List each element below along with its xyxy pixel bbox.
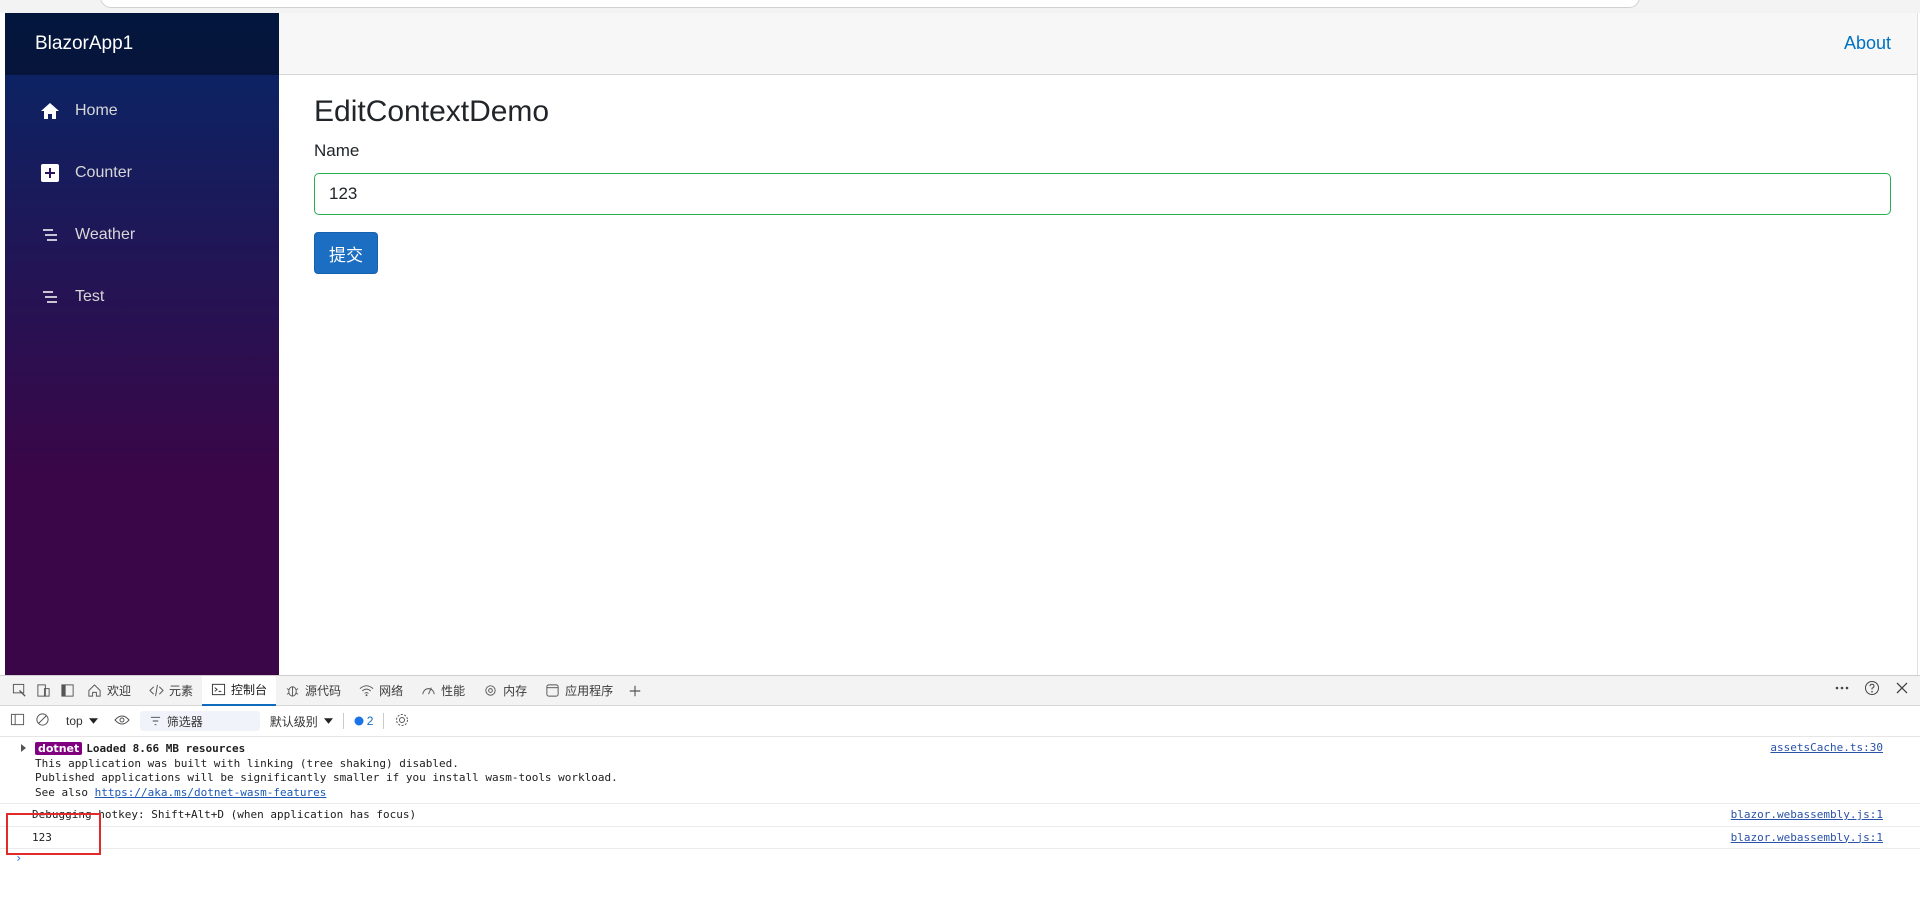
devtools-panel: 欢迎 元素 控制台 源代码 网络 性能 内存 应用程序 top 筛选器 默认级别… <box>0 675 1920 922</box>
top-row: About <box>279 13 1917 75</box>
tab-network[interactable]: 网络 <box>350 676 412 706</box>
source-link[interactable]: blazor.webassembly.js:1 <box>1731 831 1883 846</box>
issues-counter[interactable]: 2 <box>354 714 374 728</box>
tab-label: 性能 <box>441 684 466 698</box>
log-level-value: 默认级别 <box>269 714 318 729</box>
chevron-down-icon <box>323 718 333 724</box>
page-title: EditContextDemo <box>314 95 550 128</box>
docs-link[interactable]: https://aka.ms/dotnet-wasm-features <box>95 786 327 799</box>
message-text: See also <box>35 785 95 799</box>
bug-icon <box>286 686 299 697</box>
list-icon <box>39 286 61 308</box>
message-text: Loaded 8.66 MB resources <box>86 742 246 755</box>
highlight-annotation <box>6 813 101 855</box>
source-link[interactable]: blazor.webassembly.js:1 <box>1731 808 1883 823</box>
sidebar-item-test[interactable]: Test <box>19 271 265 323</box>
home-icon <box>88 684 101 697</box>
tab-label: 控制台 <box>231 683 268 697</box>
device-toggle-icon[interactable] <box>32 680 54 702</box>
blazor-app: BlazorApp1 Home Counter Weather Test Abo… <box>5 13 1918 675</box>
console-message: Debugging hotkey: Shift+Alt+D (when appl… <box>0 804 1920 827</box>
context-select[interactable]: top <box>60 714 104 728</box>
brand-title[interactable]: BlazorApp1 <box>35 33 133 55</box>
page-content: EditContextDemo Name 提交 <box>279 75 1917 274</box>
close-icon[interactable] <box>1894 680 1910 699</box>
filter-icon <box>150 716 160 726</box>
tab-label: 应用程序 <box>565 684 614 698</box>
home-icon <box>39 100 61 122</box>
tab-label: 内存 <box>503 684 528 698</box>
app-icon <box>546 684 559 697</box>
help-icon[interactable] <box>1864 680 1880 699</box>
list-icon <box>39 224 61 246</box>
console-output: dotnet Loaded 8.66 MB resources This appl… <box>0 737 1920 865</box>
console-icon <box>211 683 226 696</box>
submit-button[interactable]: 提交 <box>314 232 378 274</box>
name-label: Name <box>314 141 360 160</box>
dock-icon[interactable] <box>56 680 78 702</box>
console-toolbar: top 筛选器 默认级别 2 <box>0 706 1920 737</box>
console-message: 123 blazor.webassembly.js:1 <box>0 827 1920 849</box>
code-icon <box>149 684 164 697</box>
sidebar-item-home[interactable]: Home <box>19 85 265 137</box>
main-area: About EditContextDemo Name 提交 <box>279 13 1917 675</box>
tab-label: 欢迎 <box>107 684 132 698</box>
filter-input[interactable]: 筛选器 <box>139 711 260 731</box>
message-text: This application was built with linking … <box>35 756 459 770</box>
tab-label: 网络 <box>379 684 404 698</box>
plus-square-icon <box>39 162 61 184</box>
devtools-right-controls <box>1834 680 1910 699</box>
gear-icon[interactable] <box>394 712 410 731</box>
source-link[interactable]: assetsCache.ts:30 <box>1770 741 1883 756</box>
sidebar-item-weather[interactable]: Weather <box>19 209 265 261</box>
expand-arrow-icon[interactable] <box>21 744 26 752</box>
message-icon <box>354 716 364 726</box>
name-input[interactable] <box>314 173 1891 215</box>
issues-count: 2 <box>366 714 374 728</box>
nav-menu: Home Counter Weather Test <box>5 75 279 323</box>
gauge-icon <box>422 687 435 695</box>
browser-chrome-strip <box>0 0 1920 13</box>
live-expression-icon[interactable] <box>114 714 130 729</box>
address-bar[interactable] <box>100 0 1640 8</box>
sidebar-item-label: Weather <box>75 226 136 243</box>
sidebar-item-label: Counter <box>75 164 132 181</box>
brand-bar: BlazorApp1 <box>5 13 279 75</box>
sidebar-toggle-icon[interactable] <box>10 712 25 730</box>
console-prompt[interactable]: › <box>0 849 1920 865</box>
tab-elements[interactable]: 元素 <box>140 676 202 706</box>
add-tab-icon[interactable] <box>624 680 646 702</box>
tab-application[interactable]: 应用程序 <box>536 676 622 706</box>
sidebar-item-counter[interactable]: Counter <box>19 147 265 199</box>
tab-memory[interactable]: 内存 <box>474 676 536 706</box>
inspect-icon[interactable] <box>8 680 30 702</box>
console-message: dotnet Loaded 8.66 MB resources This appl… <box>0 737 1920 804</box>
tab-console[interactable]: 控制台 <box>202 675 277 706</box>
chip-icon <box>485 685 496 696</box>
tab-label: 元素 <box>169 684 194 698</box>
filter-placeholder: 筛选器 <box>166 714 203 729</box>
sidebar-item-label: Home <box>75 102 118 119</box>
log-level-select[interactable]: 默认级别 <box>270 713 333 730</box>
tab-welcome[interactable]: 欢迎 <box>78 676 140 706</box>
divider <box>383 713 385 729</box>
about-link[interactable]: About <box>1844 33 1891 54</box>
wifi-icon <box>359 685 374 697</box>
sidebar: BlazorApp1 Home Counter Weather Test <box>5 13 279 675</box>
tab-label: 源代码 <box>305 684 342 698</box>
message-text: Published applications will be significa… <box>35 771 618 784</box>
dotnet-badge: dotnet <box>35 742 83 755</box>
tab-sources[interactable]: 源代码 <box>276 676 350 706</box>
divider <box>342 713 344 729</box>
sidebar-item-label: Test <box>75 288 105 305</box>
tab-performance[interactable]: 性能 <box>412 676 474 706</box>
devtools-tabbar: 欢迎 元素 控制台 源代码 网络 性能 内存 应用程序 <box>0 675 1920 706</box>
chevron-down-icon <box>88 718 98 724</box>
context-value: top <box>66 714 83 728</box>
more-icon[interactable] <box>1834 680 1850 699</box>
clear-console-icon[interactable] <box>35 712 50 730</box>
